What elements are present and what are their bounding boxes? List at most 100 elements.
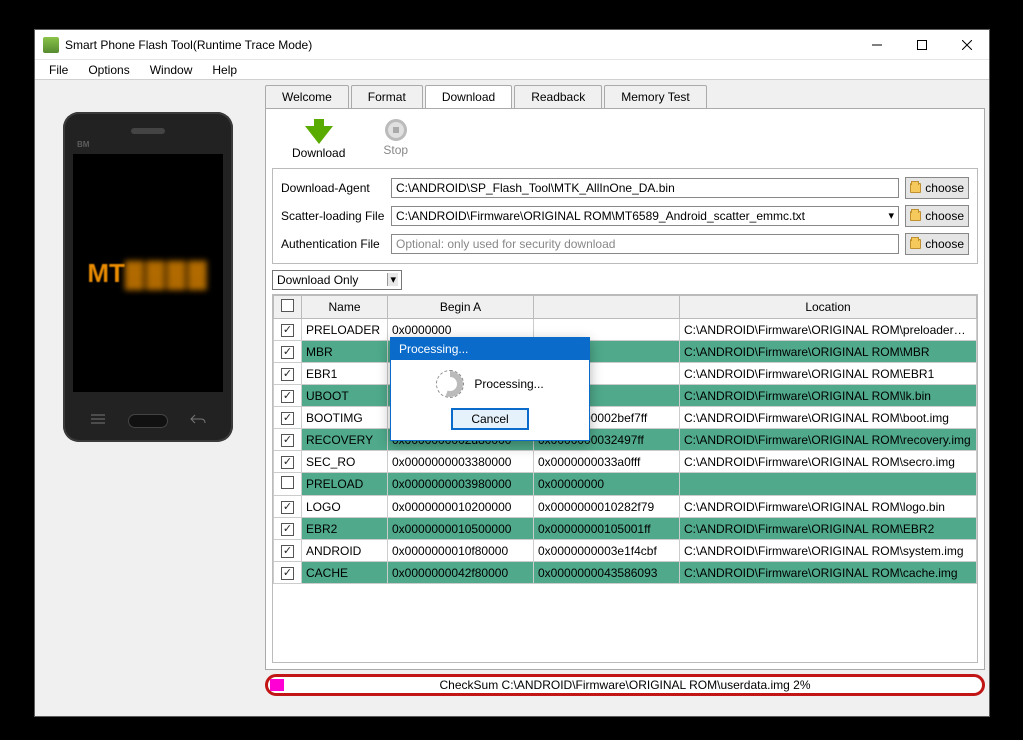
spinner-icon bbox=[436, 370, 464, 398]
cell-end: 0x0000000003e1f4cbf bbox=[534, 540, 680, 562]
minimize-button[interactable] bbox=[854, 30, 899, 59]
menu-window[interactable]: Window bbox=[140, 61, 203, 79]
cell-end: 0x00000000105001ff bbox=[534, 518, 680, 540]
row-checkbox[interactable] bbox=[281, 476, 294, 489]
partition-grid: Name Begin A Location PRELOADER0x0000000… bbox=[272, 294, 978, 663]
phone-brand: BM bbox=[77, 140, 89, 149]
auth-label: Authentication File bbox=[281, 237, 385, 251]
window-title: Smart Phone Flash Tool(Runtime Trace Mod… bbox=[65, 38, 854, 52]
row-checkbox[interactable] bbox=[281, 523, 294, 536]
table-row[interactable]: RECOVERY0x0000000002d800000x000000003249… bbox=[274, 429, 977, 451]
cell-end: 0x0000000043586093 bbox=[534, 562, 680, 584]
cell-location: C:\ANDROID\Firmware\ORIGINAL ROM\recover… bbox=[680, 429, 977, 451]
tab-readback[interactable]: Readback bbox=[514, 85, 602, 108]
menu-options[interactable]: Options bbox=[78, 61, 139, 79]
table-row[interactable]: PRELOAD0x00000000039800000x00000000 bbox=[274, 473, 977, 496]
cell-location: C:\ANDROID\Firmware\ORIGINAL ROM\lk.bin bbox=[680, 385, 977, 407]
cell-name: ANDROID bbox=[302, 540, 388, 562]
da-input[interactable]: C:\ANDROID\SP_Flash_Tool\MTK_AllInOne_DA… bbox=[391, 178, 899, 198]
cell-name: RECOVERY bbox=[302, 429, 388, 451]
cell-end: 0x0000000033a0fff bbox=[534, 451, 680, 473]
tab-format[interactable]: Format bbox=[351, 85, 423, 108]
row-checkbox[interactable] bbox=[281, 346, 294, 359]
cell-name: EBR2 bbox=[302, 518, 388, 540]
row-checkbox[interactable] bbox=[281, 545, 294, 558]
file-fields: Download-Agent C:\ANDROID\SP_Flash_Tool\… bbox=[272, 168, 978, 264]
scatter-input[interactable]: C:\ANDROID\Firmware\ORIGINAL ROM\MT6589_… bbox=[391, 206, 899, 226]
tab-memtest[interactable]: Memory Test bbox=[604, 85, 706, 108]
row-checkbox[interactable] bbox=[281, 324, 294, 337]
row-checkbox[interactable] bbox=[281, 390, 294, 403]
dialog-text: Processing... bbox=[474, 377, 543, 391]
phone-back-icon bbox=[187, 410, 209, 428]
cell-name: EBR1 bbox=[302, 363, 388, 385]
row-checkbox[interactable] bbox=[281, 434, 294, 447]
cell-end: 0x0000000010282f79 bbox=[534, 496, 680, 518]
download-button[interactable]: Download bbox=[292, 119, 345, 160]
row-checkbox[interactable] bbox=[281, 412, 294, 425]
cell-location: C:\ANDROID\Firmware\ORIGINAL ROM\boot.im… bbox=[680, 407, 977, 429]
mode-combo[interactable]: Download Only bbox=[272, 270, 402, 290]
row-checkbox[interactable] bbox=[281, 368, 294, 381]
cell-name: BOOTIMG bbox=[302, 407, 388, 429]
row-checkbox[interactable] bbox=[281, 501, 294, 514]
tab-welcome[interactable]: Welcome bbox=[265, 85, 349, 108]
cell-name: CACHE bbox=[302, 562, 388, 584]
cell-location: C:\ANDROID\Firmware\ORIGINAL ROM\cache.i… bbox=[680, 562, 977, 584]
row-checkbox[interactable] bbox=[281, 567, 294, 580]
table-row[interactable]: PRELOADER0x0000000C:\ANDROID\Firmware\OR… bbox=[274, 319, 977, 341]
cell-end: 0x00000000 bbox=[534, 473, 680, 496]
phone-mock: BM MT▓▓▓▓ bbox=[63, 112, 233, 442]
col-end[interactable] bbox=[534, 296, 680, 319]
phone-screen: MT▓▓▓▓ bbox=[73, 154, 223, 392]
table-row[interactable]: EBR10x0000000C:\ANDROID\Firmware\ORIGINA… bbox=[274, 363, 977, 385]
table-row[interactable]: MBR0x0000000C:\ANDROID\Firmware\ORIGINAL… bbox=[274, 341, 977, 363]
menu-file[interactable]: File bbox=[39, 61, 78, 79]
table-row[interactable]: BOOTIMG0x00000000027800000x0000000002bef… bbox=[274, 407, 977, 429]
col-location[interactable]: Location bbox=[680, 296, 977, 319]
select-all-checkbox[interactable] bbox=[281, 299, 294, 312]
cell-begin: 0x0000000003980000 bbox=[388, 473, 534, 496]
table-row[interactable]: CACHE0x0000000042f800000x000000004358609… bbox=[274, 562, 977, 584]
checksum-text: CheckSum C:\ANDROID\Firmware\ORIGINAL RO… bbox=[268, 678, 982, 692]
col-name[interactable]: Name bbox=[302, 296, 388, 319]
tabstrip: Welcome Format Download Readback Memory … bbox=[261, 84, 989, 108]
close-button[interactable] bbox=[944, 30, 989, 59]
scatter-choose-button[interactable]: choose bbox=[905, 205, 969, 227]
phone-panel: BM MT▓▓▓▓ bbox=[35, 80, 261, 716]
cancel-button[interactable]: Cancel bbox=[451, 408, 528, 430]
cell-name: LOGO bbox=[302, 496, 388, 518]
processing-dialog: Processing... Processing... Cancel bbox=[390, 337, 590, 441]
tab-download[interactable]: Download bbox=[425, 85, 512, 108]
status-bar bbox=[261, 700, 989, 716]
cell-name: MBR bbox=[302, 341, 388, 363]
menu-help[interactable]: Help bbox=[202, 61, 247, 79]
stop-button[interactable]: Stop bbox=[383, 119, 408, 160]
cell-begin: 0x0000000010500000 bbox=[388, 518, 534, 540]
tabpage-download: Download Stop Download-Agent C:\ANDROID\… bbox=[265, 108, 985, 670]
da-choose-button[interactable]: choose bbox=[905, 177, 969, 199]
table-row[interactable]: ANDROID0x0000000010f800000x0000000003e1f… bbox=[274, 540, 977, 562]
row-checkbox[interactable] bbox=[281, 456, 294, 469]
menubar: File Options Window Help bbox=[35, 60, 989, 80]
cell-location: C:\ANDROID\Firmware\ORIGINAL ROM\secro.i… bbox=[680, 451, 977, 473]
maximize-button[interactable] bbox=[899, 30, 944, 59]
grid-scroll[interactable]: Name Begin A Location PRELOADER0x0000000… bbox=[273, 295, 977, 662]
cell-location: C:\ANDROID\Firmware\ORIGINAL ROM\MBR bbox=[680, 341, 977, 363]
app-icon bbox=[43, 37, 59, 53]
table-row[interactable]: UBOOT0x0000000C:\ANDROID\Firmware\ORIGIN… bbox=[274, 385, 977, 407]
cell-begin: 0x0000000042f80000 bbox=[388, 562, 534, 584]
cell-location: C:\ANDROID\Firmware\ORIGINAL ROM\system.… bbox=[680, 540, 977, 562]
table-row[interactable]: SEC_RO0x00000000033800000x0000000033a0ff… bbox=[274, 451, 977, 473]
cell-location: C:\ANDROID\Firmware\ORIGINAL ROM\EBR1 bbox=[680, 363, 977, 385]
checksum-progress: CheckSum C:\ANDROID\Firmware\ORIGINAL RO… bbox=[265, 674, 985, 696]
table-row[interactable]: LOGO0x00000000102000000x0000000010282f79… bbox=[274, 496, 977, 518]
cell-begin: 0x0000000010200000 bbox=[388, 496, 534, 518]
cell-begin: 0x0000000003380000 bbox=[388, 451, 534, 473]
table-row[interactable]: EBR20x00000000105000000x00000000105001ff… bbox=[274, 518, 977, 540]
dialog-title: Processing... bbox=[391, 338, 589, 360]
col-begin[interactable]: Begin A bbox=[388, 296, 534, 319]
download-arrow-icon bbox=[305, 126, 333, 144]
auth-choose-button[interactable]: choose bbox=[905, 233, 969, 255]
auth-input[interactable]: Optional: only used for security downloa… bbox=[391, 234, 899, 254]
